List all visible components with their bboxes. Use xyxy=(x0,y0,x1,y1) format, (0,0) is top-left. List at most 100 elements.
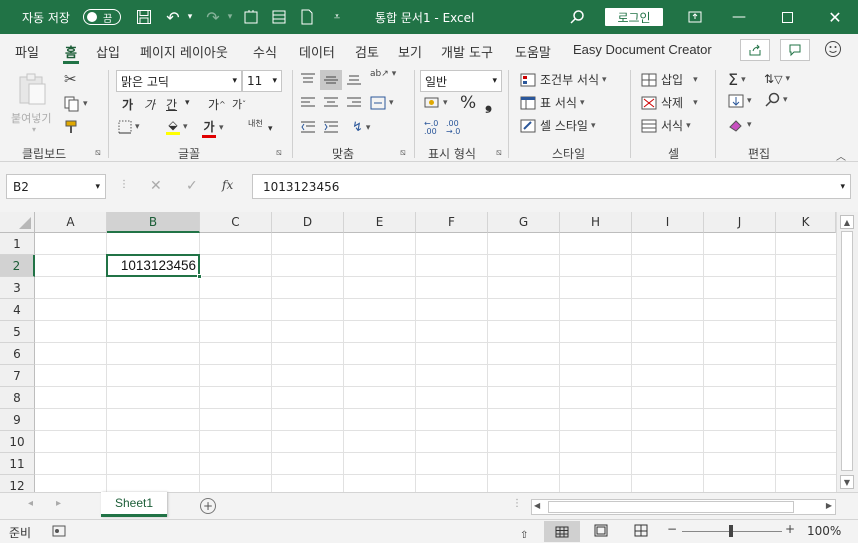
undo-icon[interactable]: ↶ xyxy=(162,0,184,34)
ribbon-display-icon[interactable] xyxy=(684,0,706,34)
tab-insert[interactable]: 삽입 xyxy=(96,42,120,61)
underline-button[interactable]: 간 xyxy=(166,96,177,113)
fill-button[interactable]: ▾ xyxy=(728,94,752,108)
comma-style-button[interactable]: ❟ xyxy=(485,93,492,114)
close-icon[interactable]: ✕ xyxy=(824,0,846,34)
align-middle-button[interactable] xyxy=(320,70,342,90)
shrink-font-button[interactable]: 가ˇ xyxy=(232,96,246,112)
row-header[interactable]: 11 xyxy=(0,453,35,475)
italic-button[interactable]: 가 xyxy=(144,96,155,113)
font-name-select[interactable]: 맑은 고딕 ▾ xyxy=(116,70,242,92)
copy-button[interactable]: ▾ xyxy=(64,96,88,112)
column-header[interactable]: K xyxy=(776,212,836,233)
tab-easy-document-creator[interactable]: Easy Document Creator xyxy=(573,42,712,57)
conditional-formatting-button[interactable]: 조건부 서식 ▾ xyxy=(520,71,607,88)
format-as-table-button[interactable]: 표 서식 ▾ xyxy=(520,94,584,111)
row-header[interactable]: 10 xyxy=(0,431,35,453)
row-header[interactable]: 12 xyxy=(0,475,35,492)
wrap-text-button[interactable]: ↯ ▾ xyxy=(352,120,370,135)
align-right-button[interactable] xyxy=(346,96,362,110)
tab-view[interactable]: 보기 xyxy=(398,42,422,61)
column-header[interactable]: I xyxy=(632,212,704,233)
increase-decimal-button[interactable]: ←.0.00 xyxy=(424,120,438,136)
tab-split-dots-icon[interactable]: ⋮ xyxy=(512,498,522,509)
align-top-button[interactable] xyxy=(300,72,316,86)
increase-indent-button[interactable] xyxy=(323,120,339,134)
decrease-decimal-button[interactable]: .00 →.0 xyxy=(446,120,460,136)
column-header[interactable]: D xyxy=(272,212,344,233)
zoom-in-icon[interactable]: + xyxy=(785,522,795,536)
fill-handle[interactable] xyxy=(197,274,202,279)
phonetic-dropdown-icon[interactable]: ▾ xyxy=(268,124,273,134)
insert-function-button[interactable]: fx xyxy=(222,178,233,192)
clipboard-launcher-icon[interactable]: ⧅ xyxy=(95,148,101,158)
underline-dropdown-icon[interactable]: ▾ xyxy=(185,98,190,108)
borders-button[interactable]: ▾ xyxy=(118,120,140,134)
alignment-launcher-icon[interactable]: ⧅ xyxy=(400,148,406,158)
comments-button[interactable] xyxy=(780,39,810,61)
bold-button[interactable]: 가 xyxy=(122,96,133,113)
redo-icon[interactable]: ↷ xyxy=(202,0,224,34)
sheet-tab-active[interactable]: Sheet1 xyxy=(101,492,167,517)
clear-button[interactable]: ▾ xyxy=(728,118,752,132)
page-break-view-button[interactable] xyxy=(634,524,648,540)
worksheet-grid[interactable]: A B C D E F G H I J K 1 2 3 4 5 6 7 8 9 … xyxy=(0,212,858,492)
decrease-indent-button[interactable] xyxy=(300,120,316,134)
column-header[interactable]: G xyxy=(488,212,560,233)
page-layout-view-button[interactable] xyxy=(594,524,608,540)
enter-icon[interactable]: ✓ xyxy=(186,178,198,194)
scroll-right-icon[interactable]: ▶ xyxy=(826,501,832,510)
redo-dropdown-icon[interactable]: ▾ xyxy=(224,0,236,34)
accounting-format-button[interactable]: ▾ xyxy=(424,96,448,110)
sort-filter-button[interactable]: ⇅ ▽ ▾ xyxy=(764,72,790,86)
column-header[interactable]: E xyxy=(344,212,416,233)
scroll-down-icon[interactable]: ▼ xyxy=(840,475,854,489)
autosum-button[interactable]: Σ ▾ xyxy=(728,70,746,89)
cancel-icon[interactable]: ✕ xyxy=(150,178,162,194)
selected-cell-b2[interactable]: 1013123456 xyxy=(106,254,200,277)
cell-styles-button[interactable]: 셀 스타일 ▾ xyxy=(520,117,596,134)
merge-center-button[interactable]: ▾ xyxy=(370,96,394,110)
autosave-toggle[interactable]: 끔 xyxy=(82,0,122,34)
row-header[interactable]: 1 xyxy=(0,233,35,255)
tab-help[interactable]: 도움말 xyxy=(515,42,551,61)
row-header[interactable]: 5 xyxy=(0,321,35,343)
tab-review[interactable]: 검토 xyxy=(355,42,379,61)
row-header[interactable]: 3 xyxy=(0,277,35,299)
share-button[interactable] xyxy=(740,39,770,61)
horizontal-scrollbar[interactable]: ◀ ▶ xyxy=(531,499,836,515)
next-sheet-icon[interactable]: ▸ xyxy=(56,498,61,509)
align-left-button[interactable] xyxy=(300,96,316,110)
row-header-selected[interactable]: 2 xyxy=(0,255,35,277)
tab-page-layout[interactable]: 페이지 레이아웃 xyxy=(140,42,228,61)
vertical-scrollbar[interactable]: ▲ ▼ xyxy=(836,212,858,492)
format-painter-button[interactable] xyxy=(64,119,80,135)
undo-dropdown-icon[interactable]: ▾ xyxy=(184,0,196,34)
zoom-slider-thumb[interactable] xyxy=(729,525,733,537)
feedback-smiley-icon[interactable] xyxy=(822,38,844,60)
percent-button[interactable]: % xyxy=(460,93,476,113)
align-center-button[interactable] xyxy=(323,96,339,110)
delete-cells-button[interactable]: 삭제 ▾ xyxy=(641,94,698,111)
row-header[interactable]: 9 xyxy=(0,409,35,431)
column-header[interactable]: C xyxy=(200,212,272,233)
row-header[interactable]: 8 xyxy=(0,387,35,409)
cut-button[interactable]: ✂ xyxy=(64,72,77,87)
format-cells-button[interactable]: 서식 ▾ xyxy=(641,117,691,134)
tab-file[interactable]: 파일 xyxy=(15,42,39,61)
find-select-button[interactable]: ▾ xyxy=(764,92,788,108)
font-launcher-icon[interactable]: ⧅ xyxy=(276,148,282,158)
fill-color-button[interactable]: ⬙ ▾ xyxy=(166,118,188,135)
column-header[interactable]: J xyxy=(704,212,776,233)
prev-sheet-icon[interactable]: ◂ xyxy=(28,498,33,509)
font-color-button[interactable]: 가 ▾ xyxy=(202,118,224,138)
align-bottom-button[interactable] xyxy=(346,72,362,86)
font-size-select[interactable]: 11 ▾ xyxy=(242,70,282,92)
orientation-button[interactable]: ab↗ ▾ xyxy=(370,70,396,79)
zoom-out-icon[interactable]: − xyxy=(667,522,677,536)
add-sheet-icon[interactable]: + xyxy=(200,498,216,514)
row-header[interactable]: 7 xyxy=(0,365,35,387)
macro-recording-icon[interactable] xyxy=(52,525,66,540)
customize-toolbar-icon[interactable]: ⩡ xyxy=(328,0,346,34)
expand-formula-icon[interactable]: ▾ xyxy=(840,182,845,192)
